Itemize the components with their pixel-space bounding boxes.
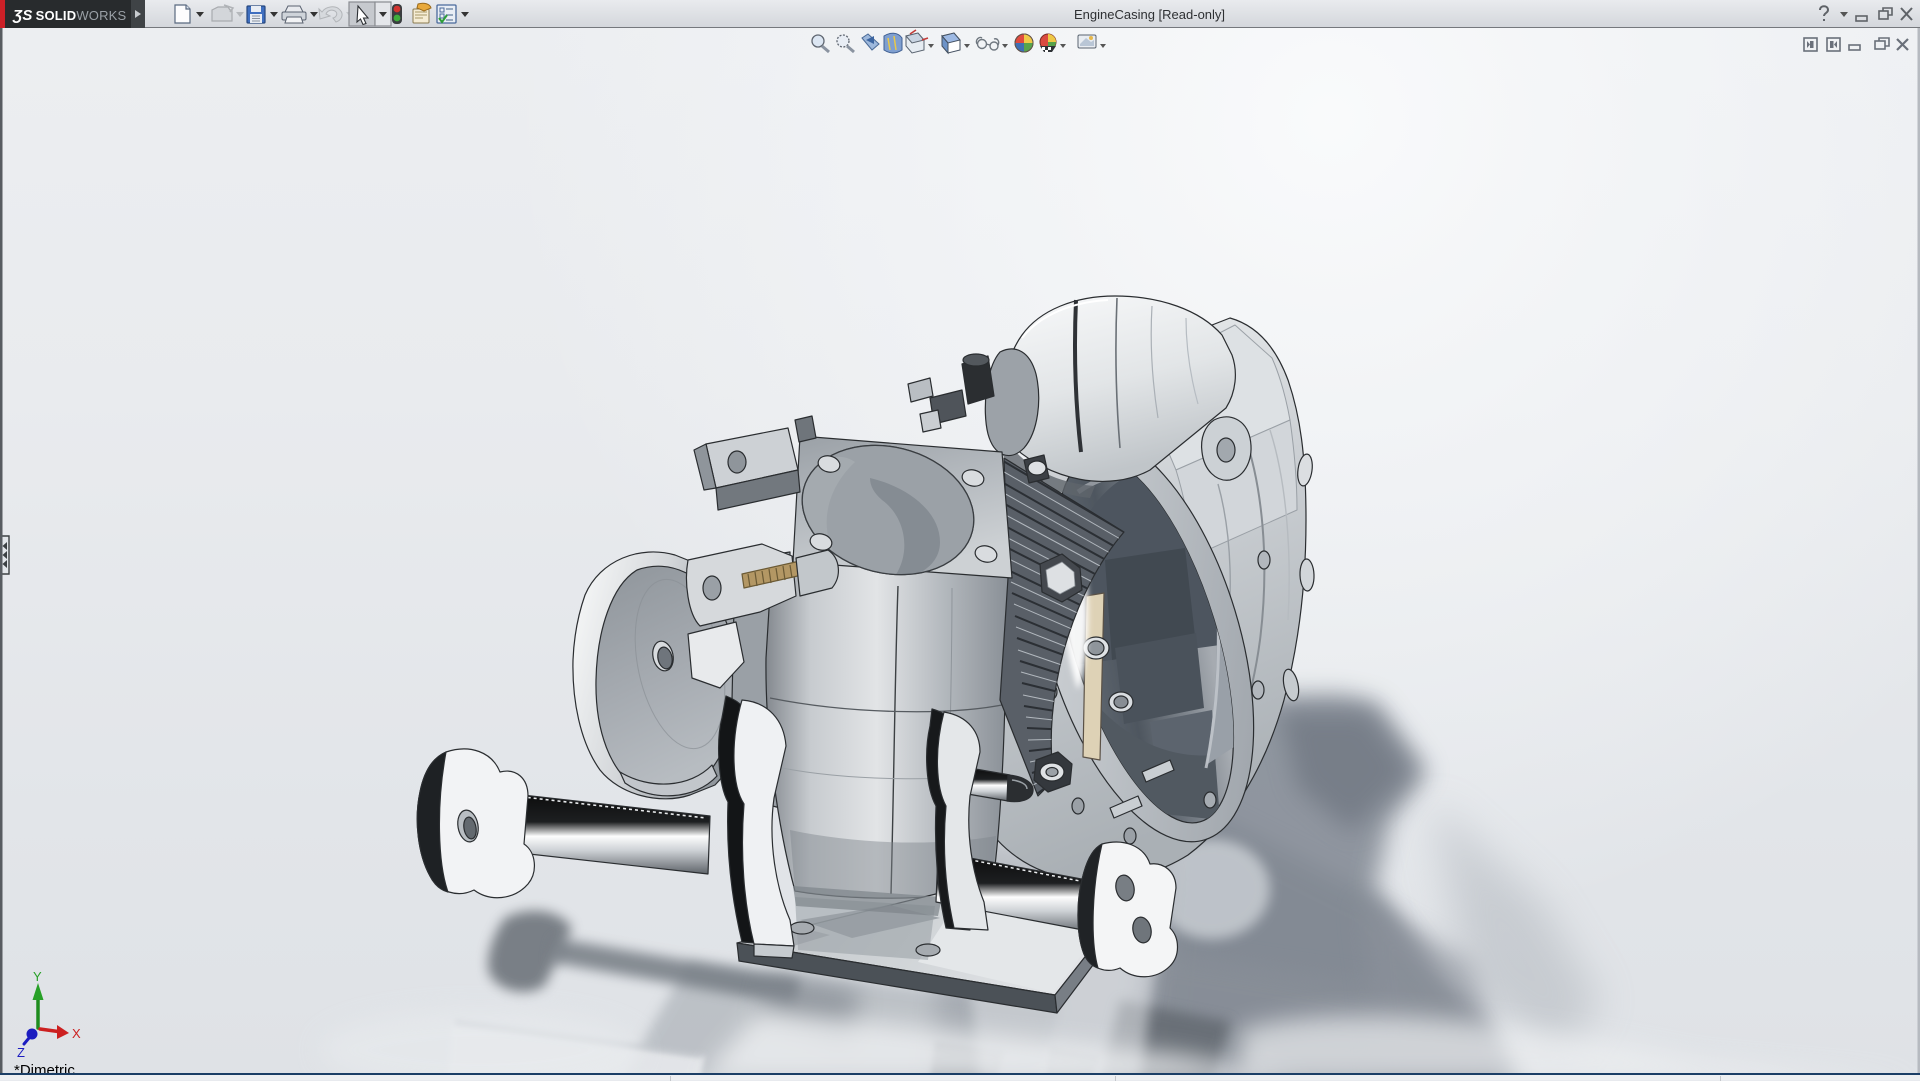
svg-text:X: X [72,1026,81,1041]
svg-text:Z: Z [17,1045,25,1060]
svg-text:Y: Y [33,969,42,984]
